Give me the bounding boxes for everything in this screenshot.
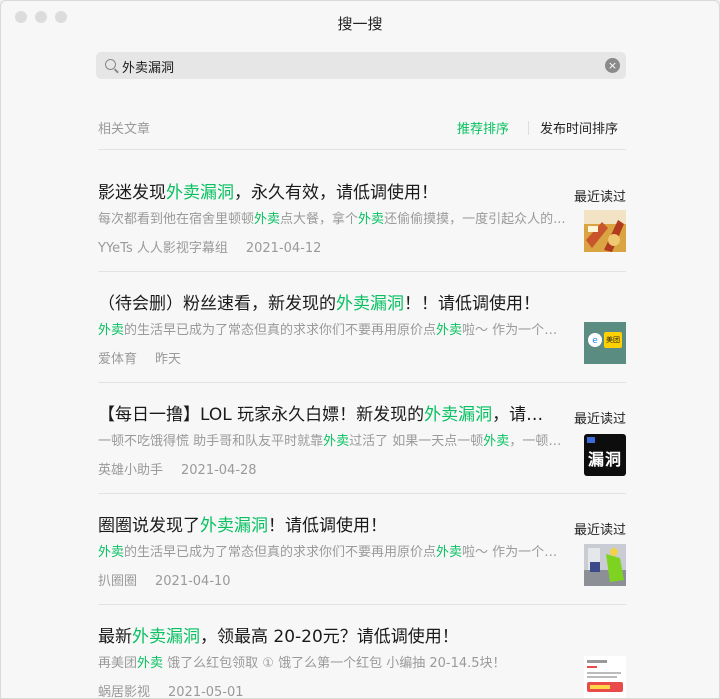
result-title[interactable]: 最新外卖漏洞，领最高 20-20元？请低调使用！	[98, 626, 558, 648]
result-snippet: 外卖的生活早已成为了常态但真的求求你们不要再用原价点外卖啦～ 作为一个幸...	[98, 545, 568, 560]
result-title[interactable]: 圈圈说发现了外卖漏洞！请低调使用！	[98, 515, 558, 537]
result-snippet: 外卖的生活早已成为了常态但真的求求你们不要再用原价点外卖啦～ 作为一个幸...	[98, 323, 568, 338]
search-bar[interactable]: ×	[96, 52, 626, 79]
result-source[interactable]: 扒圈圈	[98, 574, 137, 589]
result-source[interactable]: 爱体育	[98, 352, 137, 367]
result-date: 2021-04-28	[181, 463, 257, 478]
result-meta: 英雄小助手 2021-04-28	[98, 459, 257, 478]
divider	[98, 149, 626, 150]
meituan-text: 美团	[606, 336, 620, 344]
meituan-logo-thumbnail[interactable]: e 美团	[584, 322, 626, 364]
delivery-rider-thumbnail[interactable]	[584, 544, 626, 586]
result-source[interactable]: YYeTs 人人影视字幕组	[98, 241, 228, 256]
result-date: 2021-04-10	[155, 574, 231, 589]
search-window: 搜一搜 × 相关文章 推荐排序 发布时间排序 影迷发现外卖漏洞，永久有效，请低调…	[0, 0, 720, 699]
window-title: 搜一搜	[337, 15, 383, 33]
result-title[interactable]: （待会删）粉丝速看，新发现的外卖漏洞！！请低调使用！	[98, 293, 558, 315]
divider	[98, 604, 626, 605]
result-snippet: 每次都看到他在宿舍里顿顿外卖点大餐，拿个外卖还偷偷摸摸，一度引起众人的...	[98, 212, 566, 227]
divider	[98, 493, 626, 494]
recently-read-badge: 最近读过	[573, 190, 626, 205]
result-meta: 爱体育 昨天	[98, 348, 181, 367]
result-meta: 扒圈圈 2021-04-10	[98, 570, 231, 589]
sort-divider	[528, 121, 529, 135]
result-snippet: 再美团外卖 饿了么红包领取 ① 饿了么第一个红包 小编抽 20-14.5块！	[98, 656, 506, 671]
title-bar: 搜一搜	[1, 1, 719, 43]
coupon-screenshot-thumbnail[interactable]	[584, 656, 626, 698]
result-date: 2021-04-12	[245, 241, 322, 256]
svg-text:e: e	[592, 336, 598, 346]
filter-bar: 相关文章 推荐排序 发布时间排序	[98, 118, 626, 138]
result-title[interactable]: 影迷发现外卖漏洞，永久有效，请低调使用！	[98, 182, 558, 204]
food-photo-thumbnail[interactable]	[584, 210, 626, 252]
search-input[interactable]	[120, 55, 594, 77]
result-title[interactable]: 【每日一撸】LOL 玩家永久白嫖！新发现的外卖漏洞，请低调使用！	[98, 404, 558, 426]
divider	[98, 271, 626, 272]
clear-search-icon[interactable]: ×	[605, 58, 620, 73]
result-date: 2021-05-01	[168, 685, 244, 699]
recently-read-badge: 最近读过	[573, 523, 626, 538]
result-item[interactable]: （待会删）粉丝速看，新发现的外卖漏洞！！请低调使用！ 外卖的生活早已成为了常态但…	[98, 293, 626, 383]
search-icon	[105, 59, 116, 70]
result-item[interactable]: 最新外卖漏洞，领最高 20-20元？请低调使用！ 再美团外卖 饿了么红包领取 ①…	[98, 626, 626, 699]
result-snippet: 一顿不吃饿得慌 助手哥和队友平时就靠外卖过活了 如果一天点一顿外卖，一顿2...	[98, 434, 568, 449]
sort-time-tab[interactable]: 发布时间排序	[540, 118, 618, 137]
result-date: 昨天	[155, 352, 182, 367]
corner-mark-icon	[587, 437, 595, 443]
result-meta: YYeTs 人人影视字幕组 2021-04-12	[98, 237, 321, 256]
loophole-thumbnail[interactable]: 漏洞	[584, 434, 626, 476]
loophole-text: 漏洞	[588, 450, 623, 469]
divider	[98, 382, 626, 383]
recently-read-badge: 最近读过	[573, 412, 626, 427]
result-meta: 蜗居影视 2021-05-01	[98, 681, 244, 699]
sort-recommended-tab[interactable]: 推荐排序	[457, 118, 509, 137]
section-label: 相关文章	[98, 122, 151, 137]
result-source[interactable]: 蜗居影视	[98, 685, 150, 698]
result-item[interactable]: 圈圈说发现了外卖漏洞！请低调使用！ 外卖的生活早已成为了常态但真的求求你们不要再…	[98, 515, 626, 605]
result-item[interactable]: 影迷发现外卖漏洞，永久有效，请低调使用！ 每次都看到他在宿舍里顿顿外卖点大餐，拿…	[98, 182, 626, 272]
result-source[interactable]: 英雄小助手	[98, 463, 163, 478]
result-item[interactable]: 【每日一撸】LOL 玩家永久白嫖！新发现的外卖漏洞，请低调使用！ 一顿不吃饿得慌…	[98, 404, 626, 494]
